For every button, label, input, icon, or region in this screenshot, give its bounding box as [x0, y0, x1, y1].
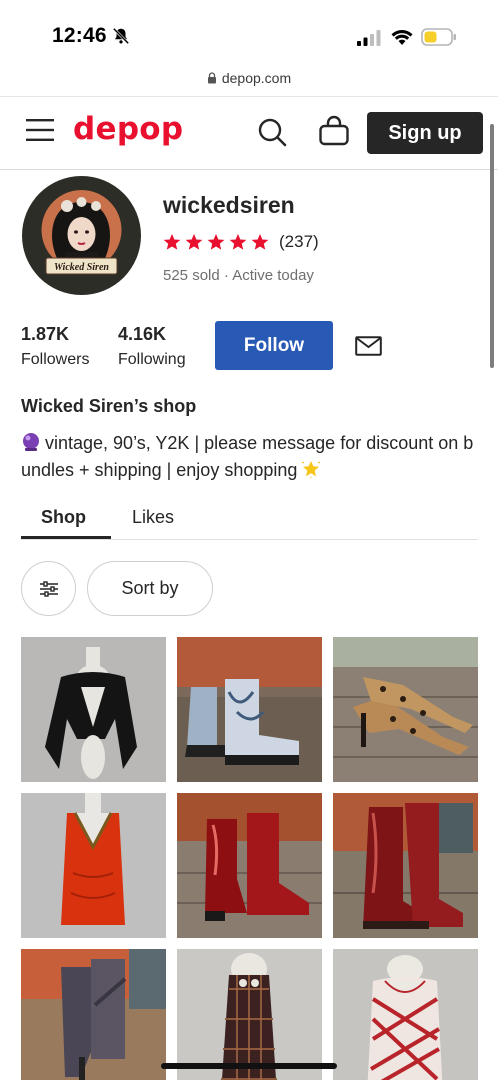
product-tile-red-patent-ankle-boots[interactable] — [177, 793, 322, 938]
star-icon — [251, 233, 269, 250]
sort-by-button[interactable]: Sort by — [87, 561, 213, 616]
product-tile-red-plaid-dress[interactable] — [333, 949, 478, 1080]
depop-logo[interactable]: depop — [73, 111, 183, 147]
followers-stat[interactable]: 1.87K Followers — [21, 324, 89, 369]
shop-title: Wicked Siren’s shop — [21, 396, 197, 416]
rating-count[interactable]: (237) — [279, 232, 319, 252]
shopping-bag-icon[interactable] — [318, 115, 350, 147]
activity-status: 525 sold · Active today — [163, 267, 314, 284]
scrollbar[interactable] — [490, 124, 494, 368]
shop-bio: vintage, 90’s, Y2K | please message for … — [21, 430, 476, 484]
active-tab-indicator — [21, 536, 111, 539]
product-tile-grey-leather-boots[interactable] — [21, 949, 166, 1080]
shop-bio-text: vintage, 90’s, Y2K | please message for … — [21, 433, 474, 480]
tab-shop[interactable]: Shop — [41, 507, 86, 528]
following-label: Following — [118, 351, 186, 368]
product-tile-leopard-print-heels[interactable] — [333, 637, 478, 782]
battery-low-icon — [421, 28, 456, 46]
avatar-caption: Wicked Siren — [54, 262, 109, 273]
avatar[interactable]: Wicked Siren — [22, 176, 141, 295]
star-icon — [185, 233, 203, 250]
star-icon — [207, 233, 225, 250]
crystal-ball-icon — [23, 433, 39, 451]
menu-icon[interactable] — [26, 118, 54, 142]
top-nav: depop Sign up — [0, 96, 498, 170]
username: wickedsiren — [163, 192, 295, 218]
search-icon[interactable] — [257, 117, 287, 147]
glowing-star-icon — [302, 461, 321, 478]
filter-button[interactable] — [21, 561, 76, 616]
status-bar: 12:46 — [0, 0, 498, 60]
followers-count: 1.87K — [21, 324, 70, 344]
followers-label: Followers — [21, 351, 90, 368]
wifi-icon — [391, 29, 413, 45]
cellular-signal-icon — [357, 30, 381, 46]
profile-tabs: Shop Likes — [21, 500, 478, 540]
lock-icon — [207, 72, 216, 84]
product-tile-red-leather-knee-boots[interactable] — [333, 793, 478, 938]
status-time: 12:46 — [52, 24, 107, 47]
following-count: 4.16K — [118, 324, 167, 344]
rating: (237) — [163, 232, 319, 252]
home-indicator[interactable] — [161, 1063, 337, 1069]
star-icon — [163, 233, 181, 250]
follow-button[interactable]: Follow — [215, 321, 333, 370]
sign-up-button[interactable]: Sign up — [367, 112, 483, 154]
tab-likes[interactable]: Likes — [132, 507, 174, 528]
following-stat[interactable]: 4.16K Following — [118, 324, 186, 369]
sliders-icon — [39, 580, 58, 597]
url-bar[interactable]: depop.com — [0, 60, 498, 96]
star-icon — [229, 233, 247, 250]
product-tile-black-bolero-top[interactable] — [21, 637, 166, 782]
product-tile-plaid-mini-dress[interactable] — [177, 949, 322, 1080]
bell-slash-icon — [112, 27, 130, 45]
product-tile-printed-lace-up-boots[interactable] — [177, 637, 322, 782]
message-icon[interactable] — [355, 336, 382, 356]
product-tile-red-sheer-top[interactable] — [21, 793, 166, 938]
url-text: depop.com — [221, 70, 292, 86]
